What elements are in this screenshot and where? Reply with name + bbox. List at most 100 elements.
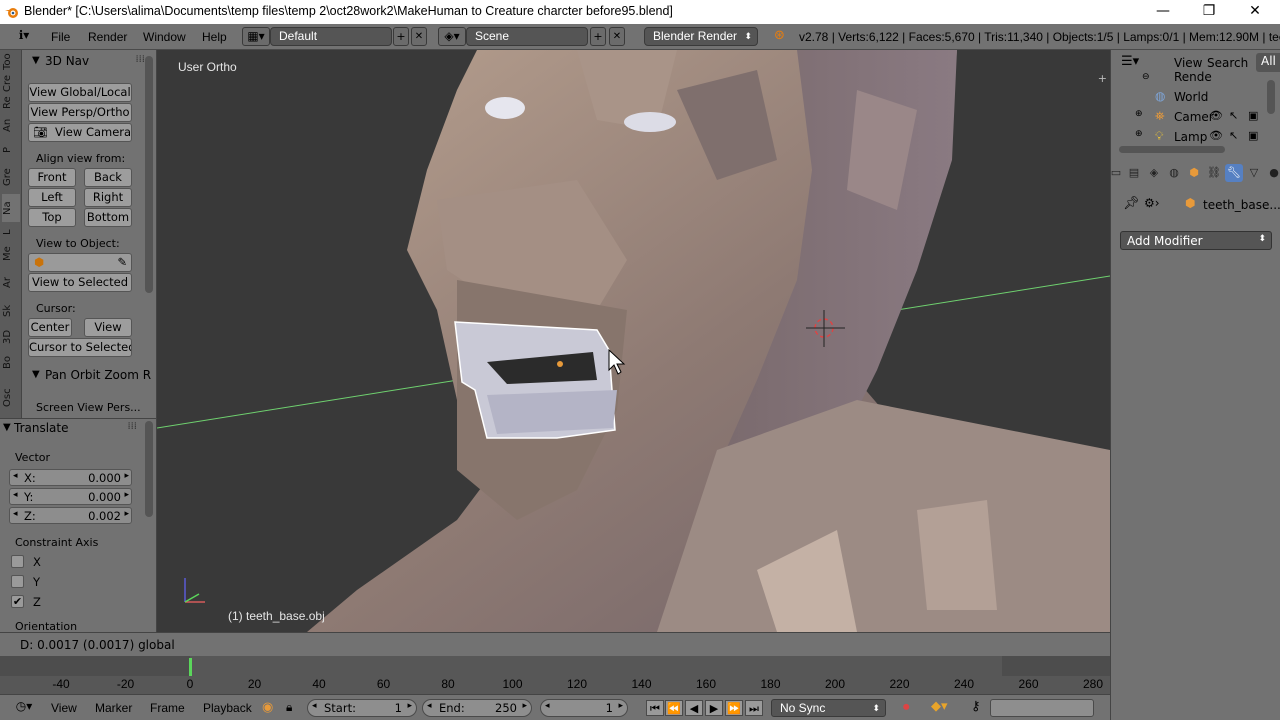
tab-relations[interactable]: Re <box>2 92 20 114</box>
outliner-editor-icon[interactable]: ☰▾ <box>1121 54 1139 69</box>
menu-window[interactable]: Window <box>143 30 186 44</box>
add-layout-icon[interactable]: + <box>393 27 409 46</box>
front-button[interactable]: Front <box>28 168 76 187</box>
render-camera-icon[interactable]: ▣ <box>1248 129 1258 142</box>
cursor-center-button[interactable]: Center <box>28 318 72 337</box>
maximize-button[interactable]: ❐ <box>1186 0 1232 24</box>
world-tab-icon[interactable]: ◍ <box>1165 164 1183 182</box>
keying-set-icon[interactable]: ◆▾ <box>931 699 948 714</box>
record-icon[interactable]: ⏺ <box>903 700 910 715</box>
decrement-arrow-icon[interactable]: ◂ <box>13 471 18 481</box>
outliner-menu-view[interactable]: View <box>1174 56 1202 70</box>
drag-grip-icon[interactable]: ⁞⁞⁞ <box>135 54 145 65</box>
increment-arrow-icon[interactable]: ▸ <box>124 509 129 519</box>
prev-keyframe-icon[interactable]: ⏪ <box>665 700 683 716</box>
increment-arrow-icon[interactable]: ▸ <box>522 701 527 711</box>
tab-osc[interactable]: Osc <box>2 384 20 412</box>
operator-scrollbar[interactable] <box>145 421 153 517</box>
outliner-filter-select[interactable]: All <box>1256 53 1280 72</box>
play-reverse-icon[interactable]: ◀ <box>685 700 703 716</box>
outliner-item-lamp[interactable]: ⊕ 💡︎ Lamp 👁︎ ↖ ▣ <box>1111 128 1266 147</box>
panel-header-pan-orbit[interactable]: ▼ Pan Orbit Zoom R <box>22 366 156 386</box>
tab-bo[interactable]: Bo <box>2 352 20 374</box>
view-camera-button[interactable]: 📷︎ View Camera <box>28 123 132 142</box>
render-tab-icon[interactable]: ▭ <box>1107 164 1125 182</box>
menu-help[interactable]: Help <box>202 30 227 44</box>
jump-start-icon[interactable]: ⏮ <box>646 700 664 716</box>
panel-header-translate[interactable]: ▼ Translate ⁞⁞⁞ <box>0 419 156 439</box>
bottom-button[interactable]: Bottom <box>84 208 132 227</box>
delete-layout-icon[interactable]: ✕ <box>411 27 427 46</box>
expand-icon[interactable]: ⊕ <box>1135 109 1143 119</box>
keying-set-field[interactable] <box>990 699 1094 717</box>
right-button[interactable]: Right <box>84 188 132 207</box>
toolshelf-scrollbar[interactable] <box>145 56 153 293</box>
eyedropper-icon[interactable]: ✎ <box>117 254 127 271</box>
drag-grip-icon[interactable]: ⁞⁞⁞ <box>127 421 137 432</box>
editor-type-icon[interactable]: ℹ▾ <box>8 27 40 46</box>
menu-playback[interactable]: Playback <box>203 701 252 715</box>
cursor-to-selected-button[interactable]: Cursor to Selected <box>28 338 132 357</box>
modifiers-tab-icon[interactable]: 🔧︎ <box>1225 164 1243 182</box>
object-picker-field[interactable]: ⬢ ✎ <box>28 253 132 272</box>
increment-arrow-icon[interactable]: ▸ <box>124 471 129 481</box>
expand-icon[interactable]: ⊕ <box>1135 129 1143 139</box>
editor-type-clock-icon[interactable]: ◷▾ <box>8 698 40 717</box>
view-global-local-button[interactable]: View Global/Local <box>28 83 132 102</box>
constraint-y-checkbox[interactable] <box>11 575 24 588</box>
menu-marker[interactable]: Marker <box>95 701 132 715</box>
tab-animation[interactable]: An <box>2 114 20 136</box>
end-frame-field[interactable]: ◂ End: 250 ▸ <box>422 699 532 717</box>
outliner-hscrollbar[interactable] <box>1119 146 1225 153</box>
constraint-x-checkbox[interactable] <box>11 555 24 568</box>
menu-file[interactable]: File <box>51 30 70 44</box>
top-button[interactable]: Top <box>28 208 76 227</box>
select-arrow-icon[interactable]: ↖ <box>1229 129 1238 142</box>
tab-ar[interactable]: Ar <box>2 272 20 294</box>
outliner-item-world[interactable]: ◍ World <box>1111 88 1266 107</box>
outliner-menu-search[interactable]: Search <box>1207 56 1248 70</box>
vector-x-field[interactable]: ◂ X: 0.000 ▸ <box>9 469 132 486</box>
lock-icon[interactable]: 🔒︎ <box>286 700 292 715</box>
view-persp-ortho-button[interactable]: View Persp/Ortho <box>28 103 132 122</box>
select-arrow-icon[interactable]: ↖ <box>1229 109 1238 122</box>
menu-render[interactable]: Render <box>88 30 127 44</box>
scene-field[interactable]: Scene <box>466 27 588 46</box>
increment-arrow-icon[interactable]: ▸ <box>618 701 623 711</box>
minimize-button[interactable]: — <box>1140 0 1186 24</box>
timeline[interactable]: -40 -20 0 20 40 60 80 100 120 140 160 180 200 220 240 2… <box>0 656 1110 694</box>
menu-view[interactable]: View <box>51 701 77 715</box>
scene-icon[interactable]: ◈▾ <box>438 27 466 46</box>
left-button[interactable]: Left <box>28 188 76 207</box>
add-scene-icon[interactable]: + <box>590 27 606 46</box>
object-tab-icon[interactable]: ⬢ <box>1185 164 1203 182</box>
tab-3d[interactable]: 3D <box>2 326 20 348</box>
tab-grease-pencil[interactable]: Gre <box>2 162 20 192</box>
render-engine-select[interactable]: Blender Render ⬍ <box>644 27 758 46</box>
tab-me[interactable]: Me <box>2 242 20 266</box>
material-tab-icon[interactable]: ● <box>1265 164 1280 182</box>
playhead[interactable] <box>189 658 192 676</box>
panel-header-3d-nav[interactable]: ▼ 3D Nav ⁞⁞⁞ <box>22 52 156 72</box>
keying-set-browse-icon[interactable]: ⚷ <box>971 699 981 714</box>
decrement-arrow-icon[interactable]: ◂ <box>312 701 317 711</box>
decrement-arrow-icon[interactable]: ◂ <box>13 490 18 500</box>
increment-arrow-icon[interactable]: ▸ <box>407 701 412 711</box>
delete-scene-icon[interactable]: ✕ <box>609 27 625 46</box>
increment-arrow-icon[interactable]: ▸ <box>124 490 129 500</box>
decrement-arrow-icon[interactable]: ◂ <box>427 701 432 711</box>
tab-create[interactable]: Cre <box>2 72 20 94</box>
sync-mode-select[interactable]: No Sync ⬍ <box>771 699 886 717</box>
data-tab-icon[interactable]: ▽ <box>1245 164 1263 182</box>
render-camera-icon[interactable]: ▣ <box>1248 109 1258 122</box>
tab-3d-nav[interactable]: Na <box>2 194 20 222</box>
cursor-view-button[interactable]: View <box>84 318 132 337</box>
view-to-selected-button[interactable]: View to Selected <box>28 273 132 292</box>
visibility-eye-icon[interactable]: 👁︎ <box>1209 129 1223 142</box>
start-frame-field[interactable]: ◂ Start: 1 ▸ <box>307 699 417 717</box>
3d-viewport[interactable]: User Ortho (1) teeth_base.obj + <box>157 50 1110 632</box>
constraints-tab-icon[interactable]: ⛓ <box>1205 164 1223 182</box>
tab-l[interactable]: L <box>2 224 20 240</box>
jump-end-icon[interactable]: ⏭ <box>745 700 763 716</box>
outliner-scrollbar[interactable] <box>1267 80 1275 114</box>
